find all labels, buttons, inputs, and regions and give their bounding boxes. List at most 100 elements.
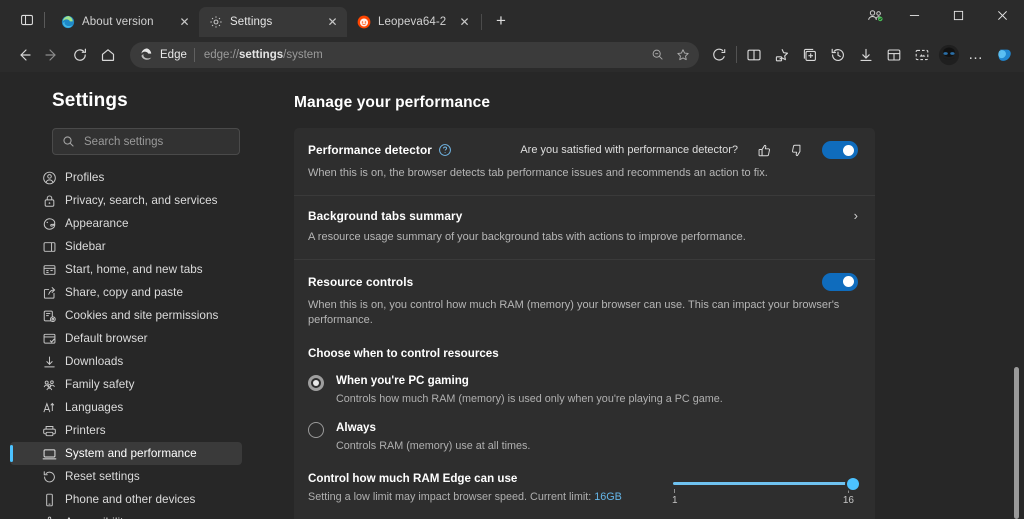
performance-settings-card: Performance detector Are you satisfied w… bbox=[294, 128, 875, 519]
reddit-icon bbox=[357, 15, 371, 29]
split-screen-icon[interactable] bbox=[740, 41, 768, 69]
radio-option-description: Controls how much RAM (memory) is used o… bbox=[336, 393, 723, 405]
apps-icon[interactable] bbox=[880, 41, 908, 69]
sidebar-item-default-browser[interactable]: Default browser bbox=[10, 327, 242, 350]
sidebar-item-appearance[interactable]: Appearance bbox=[10, 212, 242, 235]
more-options-icon[interactable]: … bbox=[962, 41, 990, 69]
tab-title: Leopeva64-2 (u/Leopeva64-2) - | bbox=[378, 16, 449, 28]
tab-settings[interactable]: Settings ✕ bbox=[199, 7, 347, 37]
radio-option-pc-gaming[interactable]: When you're PC gaming Controls how much … bbox=[308, 374, 858, 405]
tab-close-icon[interactable]: ✕ bbox=[456, 14, 473, 31]
resource-controls-description: When this is on, you control how much RA… bbox=[308, 298, 858, 328]
minimize-button[interactable] bbox=[892, 0, 936, 31]
sidebar-item-accessibility[interactable]: Accessibility bbox=[10, 511, 242, 519]
choose-when-heading: Choose when to control resources bbox=[308, 347, 858, 360]
sidebar-item-languages[interactable]: Languages bbox=[10, 396, 242, 419]
tabstrip-divider bbox=[44, 12, 45, 28]
edge-icon bbox=[61, 15, 75, 29]
address-bar[interactable]: Edge edge://settings/system bbox=[130, 42, 699, 68]
tab-close-icon[interactable]: ✕ bbox=[176, 14, 193, 31]
scrollbar-thumb[interactable] bbox=[1014, 367, 1019, 519]
current-ram-limit: 16GB bbox=[594, 491, 622, 503]
search-input[interactable] bbox=[84, 136, 230, 148]
sidebar-item-label: Phone and other devices bbox=[65, 493, 195, 506]
settings-sidebar: Settings Profiles Pr bbox=[0, 72, 264, 519]
add-favorite-icon[interactable] bbox=[768, 41, 796, 69]
help-circle-icon[interactable] bbox=[438, 143, 452, 157]
sidebar-item-label: Profiles bbox=[65, 171, 104, 184]
family-icon bbox=[42, 377, 57, 392]
slider-track[interactable] bbox=[673, 482, 853, 485]
tab-about-version[interactable]: About version ✕ bbox=[51, 7, 199, 37]
star-icon[interactable] bbox=[671, 43, 695, 67]
new-tab-button[interactable]: + bbox=[488, 8, 514, 34]
window-controls bbox=[858, 0, 1024, 37]
history-icon[interactable] bbox=[824, 41, 852, 69]
profile-sync-icon[interactable] bbox=[858, 0, 892, 31]
omnibox-brand-label: Edge bbox=[160, 49, 187, 61]
profile-avatar[interactable] bbox=[936, 42, 962, 68]
home-icon[interactable] bbox=[94, 41, 122, 69]
sidebar-item-downloads[interactable]: Downloads bbox=[10, 350, 242, 373]
copilot-icon[interactable] bbox=[705, 41, 733, 69]
sidebar-item-family-safety[interactable]: Family safety bbox=[10, 373, 242, 396]
tab-actions-icon[interactable] bbox=[14, 7, 40, 33]
ram-slider-title: Control how much RAM Edge can use bbox=[308, 472, 668, 485]
sidebar-item-sidebar[interactable]: Sidebar bbox=[10, 235, 242, 258]
radio-button[interactable] bbox=[308, 375, 324, 391]
sidebar-item-profiles[interactable]: Profiles bbox=[10, 166, 242, 189]
refresh-icon[interactable] bbox=[66, 41, 94, 69]
sidebar-item-label: Default browser bbox=[65, 332, 148, 345]
sidebar-item-start-home-new-tabs[interactable]: Start, home, and new tabs bbox=[10, 258, 242, 281]
thumbs-up-icon[interactable] bbox=[756, 142, 773, 159]
browser-toolbar: Edge edge://settings/system bbox=[0, 37, 1024, 72]
sidebar-item-privacy-search-services[interactable]: Privacy, search, and services bbox=[10, 189, 242, 212]
back-icon[interactable] bbox=[10, 41, 38, 69]
tab-reddit-leopeva64[interactable]: Leopeva64-2 (u/Leopeva64-2) - | ✕ bbox=[347, 7, 479, 37]
sidebar-item-label: Family safety bbox=[65, 378, 135, 391]
settings-page: Settings Profiles Pr bbox=[0, 72, 1024, 519]
radio-button[interactable] bbox=[308, 422, 324, 438]
resource-controls-toggle[interactable] bbox=[822, 273, 858, 291]
ram-limit-row: Control how much RAM Edge can use Settin… bbox=[308, 472, 858, 506]
collections-icon[interactable] bbox=[796, 41, 824, 69]
settings-content: Manage your performance Performance dete… bbox=[264, 72, 1024, 519]
tab-close-icon[interactable]: ✕ bbox=[324, 14, 341, 31]
zoom-icon[interactable] bbox=[645, 43, 669, 67]
sidebar-item-share-copy-paste[interactable]: Share, copy and paste bbox=[10, 281, 242, 304]
sidebar-item-reset-settings[interactable]: Reset settings bbox=[10, 465, 242, 488]
downloads-icon[interactable] bbox=[852, 41, 880, 69]
sidebar-item-system-and-performance[interactable]: System and performance bbox=[10, 442, 242, 465]
download-icon bbox=[42, 354, 57, 369]
share-icon bbox=[42, 285, 57, 300]
sidebar-item-printers[interactable]: Printers bbox=[10, 419, 242, 442]
copilot-sidebar-icon[interactable] bbox=[990, 41, 1018, 69]
settings-nav-list: Profiles Privacy, search, and services A… bbox=[0, 166, 264, 519]
phone-icon bbox=[42, 492, 57, 507]
slider-tick-max: 16 bbox=[843, 489, 854, 506]
browser-essentials-icon[interactable] bbox=[908, 41, 936, 69]
chevron-right-icon[interactable]: › bbox=[854, 209, 858, 222]
search-settings-box[interactable] bbox=[52, 128, 240, 155]
ram-slider[interactable]: 1 16 bbox=[668, 472, 858, 506]
maximize-button[interactable] bbox=[936, 0, 980, 31]
ram-slider-description: Setting a low limit may impact browser s… bbox=[308, 491, 668, 503]
sidebar-item-cookies-site-permissions[interactable]: Cookies and site permissions bbox=[10, 304, 242, 327]
tab-divider bbox=[481, 14, 482, 30]
vertical-scrollbar[interactable] bbox=[1012, 72, 1022, 519]
sidebar-item-phone-and-other-devices[interactable]: Phone and other devices bbox=[10, 488, 242, 511]
sidebar-item-label: Start, home, and new tabs bbox=[65, 263, 203, 276]
close-window-button[interactable] bbox=[980, 0, 1024, 31]
slider-tick-min: 1 bbox=[672, 489, 678, 506]
sidebar-item-label: Printers bbox=[65, 424, 106, 437]
slider-thumb[interactable] bbox=[847, 478, 859, 490]
tab-title: Settings bbox=[230, 16, 317, 28]
default-browser-icon bbox=[42, 331, 57, 346]
performance-detector-row: Performance detector Are you satisfied w… bbox=[294, 128, 875, 196]
performance-detector-toggle[interactable] bbox=[822, 141, 858, 159]
forward-icon[interactable] bbox=[38, 41, 66, 69]
background-tabs-summary-row[interactable]: Background tabs summary › A resource usa… bbox=[294, 196, 875, 260]
thumbs-down-icon[interactable] bbox=[789, 142, 806, 159]
radio-option-description: Controls RAM (memory) use at all times. bbox=[336, 440, 530, 452]
radio-option-always[interactable]: Always Controls RAM (memory) use at all … bbox=[308, 421, 858, 452]
